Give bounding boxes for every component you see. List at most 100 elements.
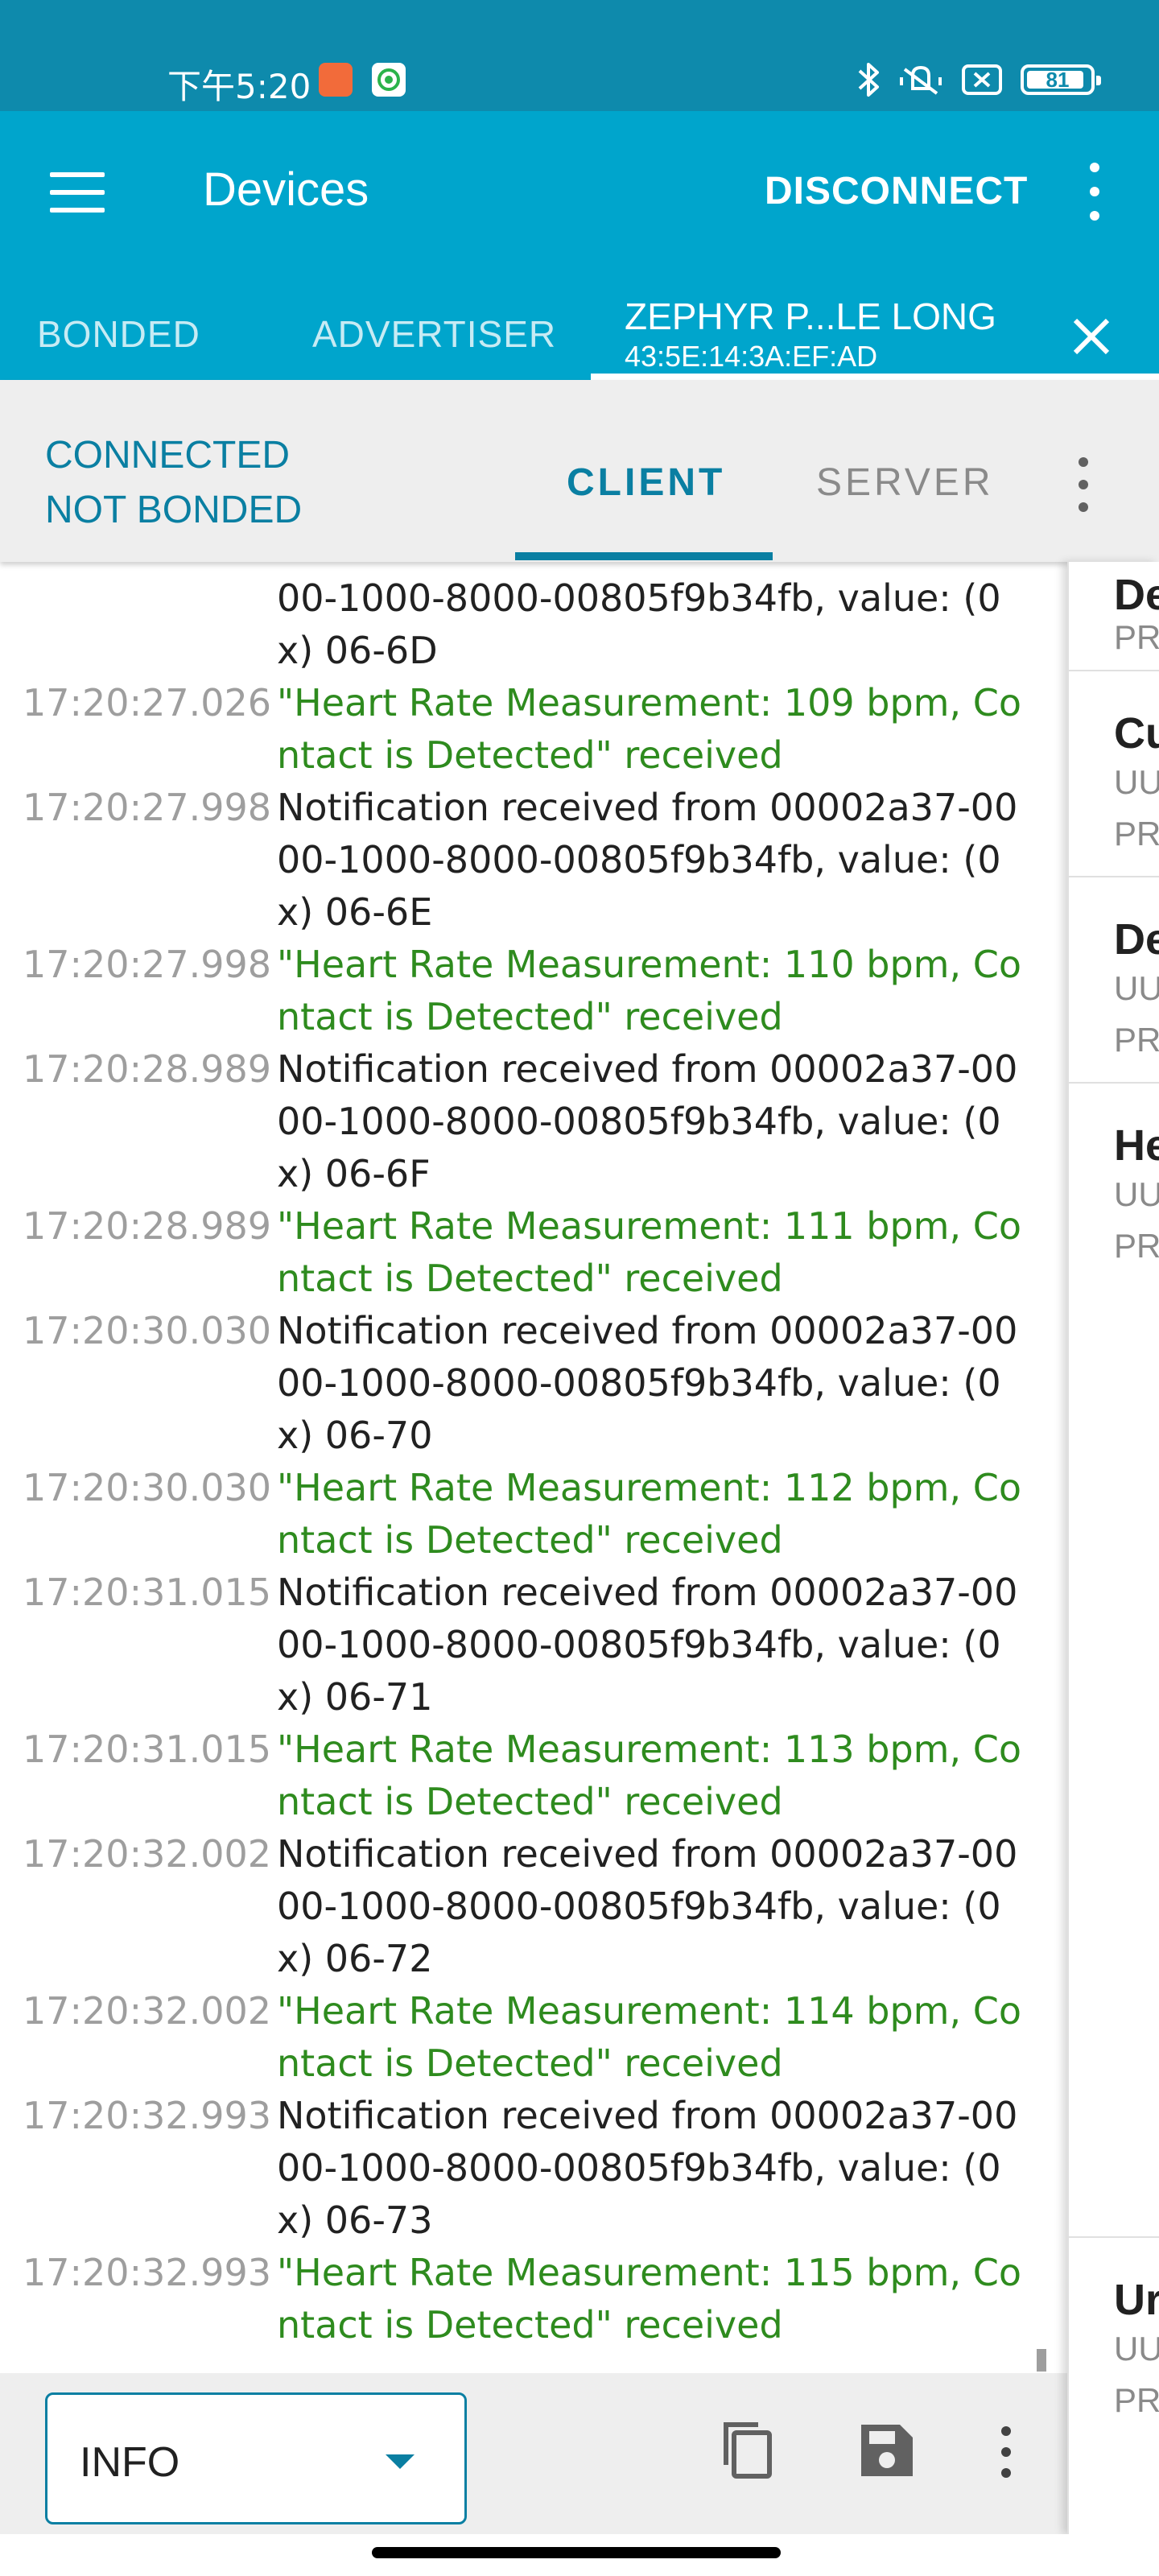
no-sim-icon [962, 64, 1002, 95]
log-toolbar: INFO [0, 2373, 1067, 2534]
log-message: Notification received from 00002a37-0000… [277, 1571, 1018, 1719]
tab-device-address: 43:5E:14:3A:EF:AD [625, 340, 878, 373]
client-tab-indicator [515, 552, 773, 560]
log-message: "Heart Rate Measurement: 115 bpm, Contac… [277, 2251, 1021, 2347]
connection-state: CONNECTED [45, 434, 291, 477]
log-row: 17:20:27.026Notification received from 0… [0, 562, 1046, 677]
log-message: Notification received from 00002a37-0000… [277, 1309, 1018, 1457]
bond-state: NOT BONDED [45, 489, 303, 531]
close-icon[interactable] [1067, 312, 1116, 361]
log-row: 17:20:32.993 "Heart Rate Measurement: 115… [0, 2247, 1046, 2351]
log-row: 17:20:27.998 Notification received from 0… [0, 782, 1046, 939]
page-title: Devices [203, 163, 369, 216]
active-tab-indicator [591, 374, 1159, 380]
log-message: "Heart Rate Measurement: 114 bpm, Contac… [277, 1989, 1021, 2085]
service-type: PR [1114, 618, 1159, 656]
log-timestamp: 17:20:32.993 [23, 2251, 272, 2294]
service-uuid: UU [1114, 1175, 1159, 1213]
battery-icon: 81 [1021, 64, 1101, 95]
connection-overflow-icon[interactable] [1074, 457, 1093, 512]
log-message: Notification received from 00002a37-0000… [277, 786, 1018, 934]
wechat-icon [372, 63, 406, 97]
home-gesture-handle[interactable] [372, 2547, 781, 2558]
log-message: "Heart Rate Measurement: 112 bpm, Contac… [277, 1466, 1021, 1562]
log-row: 17:20:30.030 Notification received from 0… [0, 1305, 1046, 1462]
log-message: Notification received from 00002a37-0000… [277, 2094, 1018, 2242]
service-name: Ur [1114, 2276, 1159, 2324]
log-row: 17:20:32.993 Notification received from 0… [0, 2090, 1046, 2247]
overflow-menu-icon[interactable] [1085, 163, 1104, 221]
log-list[interactable]: 17:20:27.026Notification received from 0… [0, 562, 1067, 2373]
tab-advertiser[interactable]: ADVERTISER [312, 312, 556, 356]
log-level-value: INFO [80, 2439, 180, 2486]
app-notification-icon [319, 63, 353, 97]
service-uuid: UU [1114, 969, 1159, 1007]
log-message: "Heart Rate Measurement: 113 bpm, Contac… [277, 1728, 1021, 1823]
service-name: He [1114, 1121, 1159, 1170]
log-timestamp: 17:20:27.998 [23, 943, 272, 986]
log-message: Notification received from 00002a37-0000… [277, 1832, 1018, 1980]
service-type: PR [1114, 1021, 1159, 1059]
service-item[interactable]: Ur UU PR [1069, 2238, 1159, 2479]
tab-server[interactable]: SERVER [816, 460, 994, 505]
tab-device-name[interactable]: ZEPHYR P...LE LONG [625, 295, 996, 338]
hamburger-menu-icon[interactable] [50, 172, 105, 213]
tab-bonded[interactable]: BONDED [37, 312, 200, 356]
copy-icon[interactable] [718, 2418, 782, 2483]
log-row: 17:20:31.015 Notification received from 0… [0, 1567, 1046, 1724]
log-level-select[interactable]: INFO [45, 2392, 467, 2524]
log-row: 17:20:30.030 "Heart Rate Measurement: 112… [0, 1462, 1046, 1567]
services-panel[interactable]: De UU PR Cu UU PR De UU PR He UU PR Ur U… [1067, 562, 1159, 2534]
service-name: Cu [1114, 709, 1159, 758]
service-item[interactable]: De UU PR [1069, 562, 1159, 671]
log-timestamp: 17:20:28.989 [23, 1204, 272, 1248]
service-uuid: UU [1114, 763, 1159, 801]
log-timestamp: 17:20:32.993 [23, 2094, 272, 2137]
service-item[interactable]: De UU PR [1069, 877, 1159, 1084]
log-timestamp: 17:20:30.030 [23, 1309, 272, 1352]
log-timestamp: 17:20:31.015 [23, 1571, 272, 1614]
app-bar: Devices DISCONNECT BONDED ADVERTISER ZEP… [0, 111, 1159, 380]
service-type: PR [1114, 2381, 1159, 2419]
log-row: 17:20:32.002 "Heart Rate Measurement: 114… [0, 1985, 1046, 2090]
log-message: "Heart Rate Measurement: 111 bpm, Contac… [277, 1204, 1021, 1300]
log-row: 17:20:28.989 "Heart Rate Measurement: 111… [0, 1200, 1046, 1305]
dropdown-arrow-icon [386, 2454, 415, 2469]
log-timestamp: 17:20:32.002 [23, 1989, 272, 2033]
log-message: "Heart Rate Measurement: 110 bpm, Contac… [277, 943, 1021, 1038]
service-type: PR [1114, 1227, 1159, 1265]
status-bar: 下午5:20 81 [0, 0, 1159, 111]
log-timestamp: 17:20:27.026 [23, 681, 272, 724]
connection-bar: CONNECTED NOT BONDED CLIENT SERVER [0, 380, 1159, 562]
service-item[interactable]: He UU PR [1069, 1084, 1159, 2238]
status-icons: 81 [856, 60, 1101, 100]
log-timestamp: 17:20:27.998 [23, 786, 272, 829]
connection-status: CONNECTED NOT BONDED [45, 428, 302, 538]
log-timestamp: 17:20:31.015 [23, 1728, 272, 1771]
log-row: 17:20:27.998 "Heart Rate Measurement: 110… [0, 939, 1046, 1043]
service-item[interactable]: Cu UU PR [1069, 671, 1159, 877]
service-type: PR [1114, 815, 1159, 852]
log-row: 17:20:31.015 "Heart Rate Measurement: 113… [0, 1724, 1046, 1828]
vibrate-off-icon [900, 65, 942, 95]
log-message: Notification received from 00002a37-0000… [277, 562, 1017, 672]
log-row: 17:20:27.026 "Heart Rate Measurement: 109… [0, 677, 1046, 782]
disconnect-button[interactable]: DISCONNECT [765, 169, 1028, 213]
clock: 下午5:20 [167, 67, 311, 106]
log-entries: 17:20:27.026Notification received from 0… [0, 562, 1046, 2351]
service-uuid: UU [1114, 2330, 1159, 2368]
log-message: Notification received from 00002a37-0000… [277, 1047, 1018, 1195]
log-timestamp: 17:20:28.989 [23, 1047, 272, 1091]
toolbar-overflow-icon[interactable] [996, 2426, 1016, 2478]
save-icon[interactable] [855, 2418, 919, 2483]
battery-level: 81 [1046, 67, 1070, 92]
tab-client[interactable]: CLIENT [567, 460, 725, 505]
log-timestamp: 17:20:27.026 [0, 562, 277, 677]
navigation-bar [0, 2534, 1159, 2576]
service-name: De [1114, 915, 1159, 964]
bluetooth-icon [858, 63, 879, 97]
log-scrollbar[interactable] [1037, 2349, 1046, 2372]
log-timestamp: 17:20:32.002 [23, 1832, 272, 1876]
log-row: 17:20:28.989 Notification received from 0… [0, 1043, 1046, 1200]
log-timestamp: 17:20:30.030 [23, 1466, 272, 1509]
